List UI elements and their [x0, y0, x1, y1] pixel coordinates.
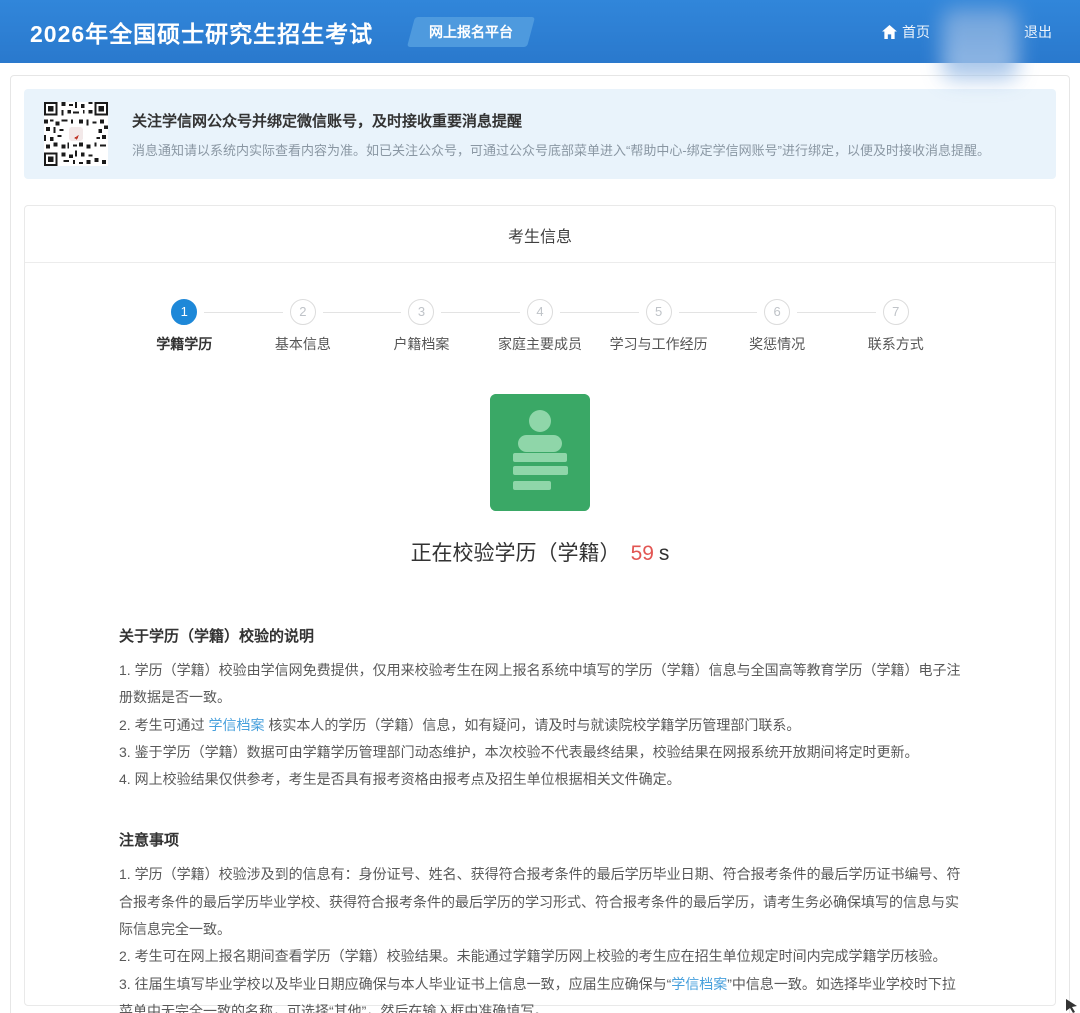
candidate-info-card: 考生信息 1 学籍学历 2 基本信息 3 户籍档案 4 家庭主要成员 5 学习与…: [24, 205, 1056, 1006]
id-card-icon: [490, 394, 590, 511]
step-7-label: 联系方式: [836, 334, 955, 354]
section-important-notes: 注意事项 1. 学历（学籍）校验涉及到的信息有：身份证号、姓名、获得符合报考条件…: [119, 829, 964, 1013]
header-nav: 首页 退出: [882, 22, 1052, 42]
step-huji-archive[interactable]: 3 户籍档案: [362, 299, 481, 354]
section-verification-notes: 关于学历（学籍）校验的说明 1. 学历（学籍）校验由学信网免费提供，仅用来校验考…: [119, 625, 964, 793]
qr-code: [44, 102, 108, 166]
step-wizard: 1 学籍学历 2 基本信息 3 户籍档案 4 家庭主要成员 5 学习与工作经历 …: [125, 299, 955, 354]
section-2-item-1: 1. 学历（学籍）校验涉及到的信息有：身份证号、姓名、获得符合报考条件的最后学历…: [119, 861, 964, 943]
logout-link-label: 退出: [1024, 22, 1052, 42]
notice-text-block: 关注学信网公众号并绑定微信账号，及时接收重要消息提醒 消息通知请以系统内实际查看…: [132, 110, 990, 159]
section-1-item-3: 3. 鉴于学历（学籍）数据可由学籍学历管理部门动态维护，本次校验不代表最终结果，…: [119, 739, 964, 766]
platform-badge-label: 网上报名平台: [429, 22, 513, 42]
section-1-item-2: 2. 考生可通过 学信档案 核实本人的学历（学籍）信息，如有疑问，请及时与就读院…: [119, 712, 964, 739]
section-1-item-2-text-2: 核实本人的学历（学籍）信息，如有疑问，请及时与就读院校学籍学历管理部门联系。: [264, 717, 800, 733]
verification-status-text: 正在校验学历（学籍）: [411, 542, 621, 565]
home-link-label: 首页: [902, 22, 930, 42]
page-container: 关注学信网公众号并绑定微信账号，及时接收重要消息提醒 消息通知请以系统内实际查看…: [10, 75, 1070, 1013]
step-5-circle: 5: [646, 299, 672, 325]
notice-title: 关注学信网公众号并绑定微信账号，及时接收重要消息提醒: [132, 110, 990, 131]
step-5-label: 学习与工作经历: [599, 334, 718, 354]
step-xueji-xueli[interactable]: 1 学籍学历: [125, 299, 244, 354]
home-link[interactable]: 首页: [882, 22, 930, 42]
section-1-item-4: 4. 网上校验结果仅供参考，考生是否具有报考资格由报考点及招生单位根据相关文件确…: [119, 766, 964, 793]
step-3-label: 户籍档案: [362, 334, 481, 354]
logout-link[interactable]: 退出: [1024, 22, 1052, 42]
mouse-cursor: [1064, 997, 1080, 1013]
app-header: 2026年全国硕士研究生招生考试 网上报名平台 首页 退出: [0, 0, 1080, 63]
verification-status: 正在校验学历（学籍） 59s: [25, 537, 1055, 567]
platform-badge: 网上报名平台: [407, 17, 535, 47]
step-4-label: 家庭主要成员: [481, 334, 600, 354]
section-1-item-1: 1. 学历（学籍）校验由学信网免费提供，仅用来校验考生在网上报名系统中填写的学历…: [119, 657, 964, 712]
step-1-circle: 1: [171, 299, 197, 325]
wechat-notice-banner: 关注学信网公众号并绑定微信账号，及时接收重要消息提醒 消息通知请以系统内实际查看…: [24, 89, 1056, 179]
step-6-circle: 6: [764, 299, 790, 325]
app-title: 2026年全国硕士研究生招生考试: [30, 15, 373, 49]
step-6-label: 奖惩情况: [718, 334, 837, 354]
step-contact-info[interactable]: 7 联系方式: [836, 299, 955, 354]
step-3-circle: 3: [408, 299, 434, 325]
step-1-label: 学籍学历: [125, 334, 244, 354]
xuexin-archive-link-2[interactable]: 学信档案: [671, 976, 727, 992]
countdown-seconds: 59: [631, 542, 654, 565]
info-sections: 关于学历（学籍）校验的说明 1. 学历（学籍）校验由学信网免费提供，仅用来校验考…: [119, 625, 964, 1013]
section-1-item-2-text: 2. 考生可通过: [119, 717, 208, 733]
step-2-label: 基本信息: [244, 334, 363, 354]
section-2-heading: 注意事项: [119, 829, 964, 850]
section-2-item-2: 2. 考生可在网上报名期间查看学历（学籍）校验结果。未能通过学籍学历网上校验的考…: [119, 943, 964, 970]
step-basic-info[interactable]: 2 基本信息: [244, 299, 363, 354]
section-2-item-3-text: 3. 往届生填写毕业学校以及毕业日期应确保与本人毕业证书上信息一致，应届生应确保…: [119, 976, 671, 992]
section-1-heading: 关于学历（学籍）校验的说明: [119, 625, 964, 646]
step-4-circle: 4: [527, 299, 553, 325]
step-rewards-punishments[interactable]: 6 奖惩情况: [718, 299, 837, 354]
section-2-item-3: 3. 往届生填写毕业学校以及毕业日期应确保与本人毕业证书上信息一致，应届生应确保…: [119, 971, 964, 1013]
notice-description: 消息通知请以系统内实际查看内容为准。如已关注公众号，可通过公众号底部菜单进入“帮…: [132, 140, 990, 159]
xuexin-archive-link[interactable]: 学信档案: [208, 717, 264, 733]
countdown-unit: s: [659, 542, 670, 565]
step-study-work[interactable]: 5 学习与工作经历: [599, 299, 718, 354]
step-2-circle: 2: [290, 299, 316, 325]
page-title: 考生信息: [25, 206, 1055, 263]
step-family-members[interactable]: 4 家庭主要成员: [481, 299, 600, 354]
step-7-circle: 7: [883, 299, 909, 325]
home-icon: [882, 25, 897, 39]
section-divider-gap: [119, 793, 964, 829]
